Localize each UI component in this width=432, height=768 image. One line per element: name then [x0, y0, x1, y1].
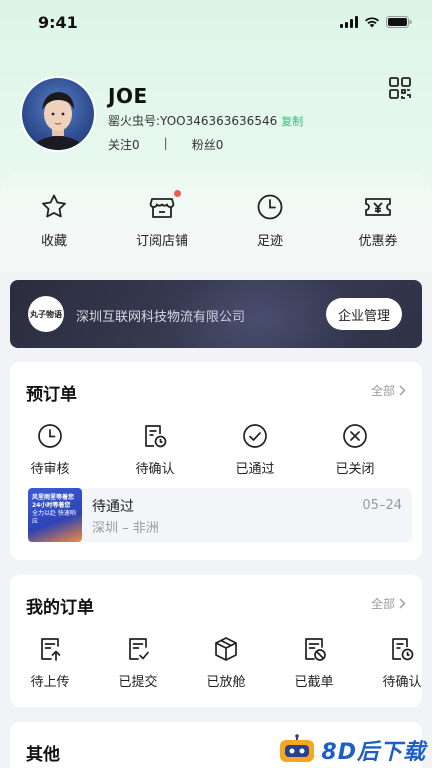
- status-pending-confirm[interactable]: 待确认: [115, 422, 195, 477]
- other-title: 其他: [26, 745, 60, 765]
- preorder-title: 预订单: [26, 385, 77, 405]
- order-status-label: 已提交: [118, 675, 158, 690]
- fans-count[interactable]: 粉丝0: [192, 136, 224, 153]
- preorder-item-date: 05–24: [362, 498, 402, 513]
- robot-logo-icon: [280, 734, 315, 762]
- footprints-label: 足迹: [256, 234, 283, 249]
- company-name: 深圳互联网科技物流有限公司: [76, 310, 246, 325]
- document-clock-icon: [392, 638, 414, 661]
- clock-icon: [257, 194, 283, 220]
- preorder-thumbnail: 风里雨里等着您 24小时等着您 全力以赴 快速响应: [28, 488, 82, 542]
- document-check-icon: [129, 638, 149, 660]
- watermark-text: 8D后下载: [321, 740, 426, 765]
- coupons-label: 优惠券: [358, 234, 398, 249]
- wifi-icon: [364, 16, 380, 28]
- watermark: 8D后下载: [277, 734, 426, 766]
- preorder-status-row: 待审核 待确认 已通过 已关闭: [10, 422, 422, 477]
- my-orders-title: 我的订单: [26, 598, 94, 618]
- box-icon: [215, 637, 237, 661]
- clock-icon: [38, 424, 62, 448]
- company-logo: 丸子物语: [28, 296, 64, 332]
- qr-code-icon[interactable]: [388, 76, 412, 100]
- preorder-item-status: 待通过: [92, 499, 134, 515]
- subscribed-stores-button[interactable]: 订阅店铺: [112, 190, 212, 249]
- favorites-button[interactable]: 收藏: [4, 192, 104, 249]
- status-icons: [340, 16, 412, 28]
- favorites-label: 收藏: [40, 234, 67, 249]
- order-status-label: 已放舱: [206, 675, 246, 690]
- star-icon: [42, 194, 66, 218]
- status-label: 待审核: [30, 462, 70, 477]
- status-label: 待确认: [135, 462, 175, 477]
- order-status-cut-off[interactable]: 已截单: [274, 635, 354, 690]
- profile-id-text: 罂火虫号:YOO346363636546: [108, 114, 278, 128]
- notification-badge: [174, 190, 181, 197]
- copy-id-button[interactable]: 复制: [281, 115, 303, 128]
- my-orders-status-row: 待上传 已提交 已放舱 已截单 待确认: [10, 635, 422, 690]
- check-circle-icon: [243, 424, 267, 448]
- status-label: 已通过: [235, 462, 275, 477]
- document-block-icon: [305, 638, 326, 661]
- document-clock-icon: [145, 425, 167, 448]
- profile-header: JOE 罂火虫号:YOO346363636546 复制 关注0 | 粉丝0: [20, 74, 412, 156]
- profile-id: 罂火虫号:YOO346363636546 复制: [108, 112, 303, 129]
- order-status-pending-upload[interactable]: 待上传: [10, 635, 90, 690]
- preorder-view-all-label: 全部: [370, 384, 395, 398]
- preorder-list-item[interactable]: 风里雨里等着您 24小时等着您 全力以赴 快速响应 待通过 深圳 – 非洲 05…: [28, 488, 412, 542]
- preorder-view-all[interactable]: 全部: [371, 382, 406, 399]
- battery-icon: [386, 16, 412, 28]
- preorder-card: 预订单 全部 待审核 待确认 已通过 已关闭 风里雨里等着您 24小时等着您 全…: [10, 362, 422, 560]
- status-approved[interactable]: 已通过: [215, 422, 295, 477]
- profile-name: JOE: [108, 84, 148, 108]
- order-status-space-released[interactable]: 已放舱: [186, 635, 266, 690]
- thumb-line3: 全力以赴 快速响应: [32, 510, 76, 525]
- subscribed-stores-label: 订阅店铺: [135, 234, 188, 249]
- chevron-right-icon: [399, 598, 406, 609]
- my-orders-view-all-label: 全部: [370, 597, 395, 611]
- my-orders-view-all[interactable]: 全部: [371, 595, 406, 612]
- stats-separator: |: [163, 136, 168, 150]
- document-upload-icon: [41, 638, 61, 661]
- close-circle-icon: [343, 424, 367, 448]
- avatar[interactable]: [20, 76, 96, 152]
- status-pending-review[interactable]: 待审核: [10, 422, 90, 477]
- avatar-image: [22, 78, 94, 150]
- profile-stats: 关注0 | 粉丝0: [108, 136, 223, 153]
- order-status-label: 待确认: [382, 675, 422, 690]
- company-manage-button[interactable]: 企业管理: [326, 298, 402, 330]
- status-closed[interactable]: 已关闭: [315, 422, 395, 477]
- quick-actions-card: 收藏 订阅店铺 足迹 优惠券: [0, 172, 432, 272]
- footprints-button[interactable]: 足迹: [220, 192, 320, 249]
- order-status-submitted[interactable]: 已提交: [98, 635, 178, 690]
- store-icon: [149, 198, 175, 218]
- coupon-icon: [365, 198, 391, 216]
- status-time: 9:41: [38, 13, 78, 32]
- thumb-line1: 风里雨里等着您: [32, 494, 75, 501]
- order-status-label: 待上传: [30, 675, 70, 690]
- company-card: 丸子物语 深圳互联网科技物流有限公司 企业管理: [10, 280, 422, 348]
- coupons-button[interactable]: 优惠券: [328, 192, 428, 249]
- order-status-pending-confirm[interactable]: 待确认: [362, 635, 422, 690]
- my-orders-card: 我的订单 全部 待上传 已提交 已放舱 已截单 待确认: [10, 575, 422, 707]
- order-status-label: 已截单: [294, 675, 334, 690]
- signal-icon: [340, 16, 358, 28]
- status-bar: 9:41: [0, 0, 432, 44]
- chevron-right-icon: [399, 385, 406, 396]
- thumb-line2: 24小时等着您: [32, 502, 71, 509]
- status-label: 已关闭: [335, 462, 375, 477]
- preorder-item-route: 深圳 – 非洲: [92, 521, 159, 536]
- follow-count[interactable]: 关注0: [108, 136, 140, 153]
